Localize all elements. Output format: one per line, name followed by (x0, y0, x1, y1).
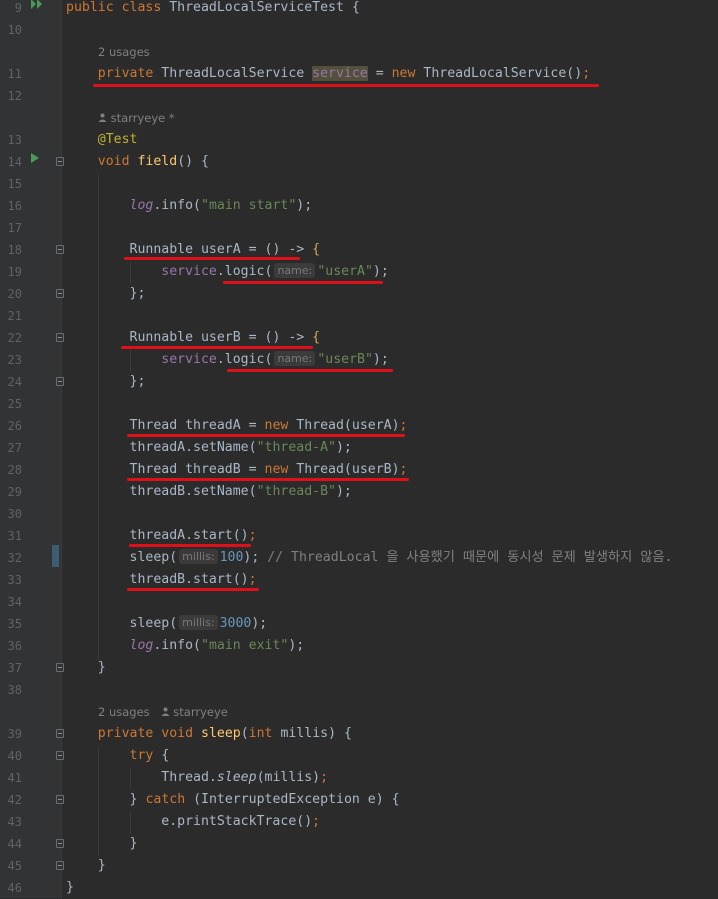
line-number: 37 (7, 661, 22, 675)
line-number: 39 (7, 727, 22, 741)
line-number: 46 (7, 881, 22, 895)
fold-marker-icon[interactable] (56, 245, 64, 254)
fold-marker-icon[interactable] (56, 663, 64, 672)
annotation-underline (127, 434, 405, 437)
person-icon (98, 111, 107, 125)
line-number: 12 (7, 89, 22, 103)
param-hint: name: (274, 351, 316, 366)
line-number: 24 (7, 375, 22, 389)
code-line-24[interactable]: }; (66, 371, 146, 393)
code-line-36[interactable]: log.info("main exit"); (66, 635, 305, 657)
line-number: 15 (7, 177, 22, 191)
fold-marker-icon[interactable] (56, 289, 64, 298)
code-line-39[interactable]: private void sleep(int millis) { (66, 723, 352, 745)
line-number: 9 (14, 1, 22, 15)
annotation-underline (129, 544, 251, 547)
line-number: 41 (7, 771, 22, 785)
person-icon (161, 705, 170, 719)
code-line-20[interactable]: }; (66, 283, 146, 305)
fold-marker-icon[interactable] (56, 157, 64, 166)
param-hint: name: (274, 263, 316, 278)
code-line-29[interactable]: threadB.setName("thread-B"); (66, 481, 352, 503)
fold-marker-icon[interactable] (56, 795, 64, 804)
code-line-11[interactable]: private ThreadLocalService service = new… (66, 63, 590, 85)
code-line-35[interactable]: sleep(millis: 3000); (66, 613, 267, 635)
line-number: 29 (7, 485, 22, 499)
annotation-underline (127, 588, 259, 591)
change-marker (52, 545, 59, 567)
code-line-32[interactable]: sleep(millis: 100); // ThreadLocal 을 사용했기… (66, 547, 672, 569)
line-number: 35 (7, 617, 22, 631)
annotation-underline (124, 257, 300, 260)
annotation-underline (121, 346, 313, 349)
code-line-40[interactable]: try { (66, 745, 170, 767)
param-hint: millis: (179, 615, 218, 630)
code-line-19[interactable]: service.logic(name: "userA"); (66, 261, 389, 283)
line-number: 36 (7, 639, 22, 653)
line-number: 43 (7, 815, 22, 829)
line-number: 42 (7, 793, 22, 807)
line-number: 45 (7, 859, 22, 873)
double-run-icon[interactable] (30, 0, 44, 18)
line-number: 44 (7, 837, 22, 851)
code-line-14[interactable]: void field() { (66, 151, 209, 173)
fold-marker-icon[interactable] (56, 861, 64, 870)
line-number: 11 (7, 67, 22, 81)
fold-marker-icon[interactable] (56, 377, 64, 386)
line-number: 18 (7, 243, 22, 257)
code-line-46[interactable]: } (66, 877, 74, 899)
code-line-43[interactable]: e.printStackTrace(); (66, 811, 320, 833)
code-line-13[interactable]: @Test (66, 129, 138, 151)
fold-marker-icon[interactable] (56, 751, 64, 760)
line-number: 10 (7, 23, 22, 37)
line-number: 23 (7, 353, 22, 367)
param-hint: millis: (179, 549, 218, 564)
code-line-23[interactable]: service.logic(name: "userB"); (66, 349, 389, 371)
line-number: 27 (7, 441, 22, 455)
author-hint[interactable]: starryeye * (98, 107, 175, 129)
code-line-44[interactable]: } (66, 833, 138, 855)
line-number: 30 (7, 507, 22, 521)
line-number: 40 (7, 749, 22, 763)
line-number: 17 (7, 221, 22, 235)
code-line-45[interactable]: } (66, 855, 106, 877)
fold-marker-icon[interactable] (56, 333, 64, 342)
code-line-16[interactable]: log.info("main start"); (66, 195, 313, 217)
line-number: 31 (7, 529, 22, 543)
line-number: 34 (7, 595, 22, 609)
line-number: 33 (7, 573, 22, 587)
annotation-underline (127, 478, 409, 481)
line-number: 13 (7, 133, 22, 147)
line-number: 26 (7, 419, 22, 433)
code-line-9[interactable]: public class ThreadLocalServiceTest { (66, 0, 360, 19)
line-number: 14 (7, 155, 22, 169)
line-number: 20 (7, 287, 22, 301)
line-number: 16 (7, 199, 22, 213)
fold-marker-icon[interactable] (56, 729, 64, 738)
usages-hint[interactable]: 2 usages (98, 41, 150, 63)
fold-marker-icon[interactable] (56, 839, 64, 848)
annotation-underline (223, 281, 383, 284)
line-number: 22 (7, 331, 22, 345)
annotation-underline (227, 369, 393, 372)
line-number: 19 (7, 265, 22, 279)
line-number: 38 (7, 683, 22, 697)
code-line-27[interactable]: threadA.setName("thread-A"); (66, 437, 352, 459)
annotation-underline (93, 84, 599, 87)
gutter-separator (61, 0, 62, 898)
run-icon[interactable] (30, 150, 40, 172)
code-line-37[interactable]: } (66, 657, 106, 679)
line-number: 25 (7, 397, 22, 411)
usages-author-hint[interactable]: 2 usages starryeye (98, 701, 228, 723)
line-number: 32 (7, 551, 22, 565)
line-number: 21 (7, 309, 22, 323)
line-number: 28 (7, 463, 22, 477)
code-line-42[interactable]: } catch (InterruptedException e) { (66, 789, 400, 811)
code-line-41[interactable]: Thread.sleep(millis); (66, 767, 328, 789)
